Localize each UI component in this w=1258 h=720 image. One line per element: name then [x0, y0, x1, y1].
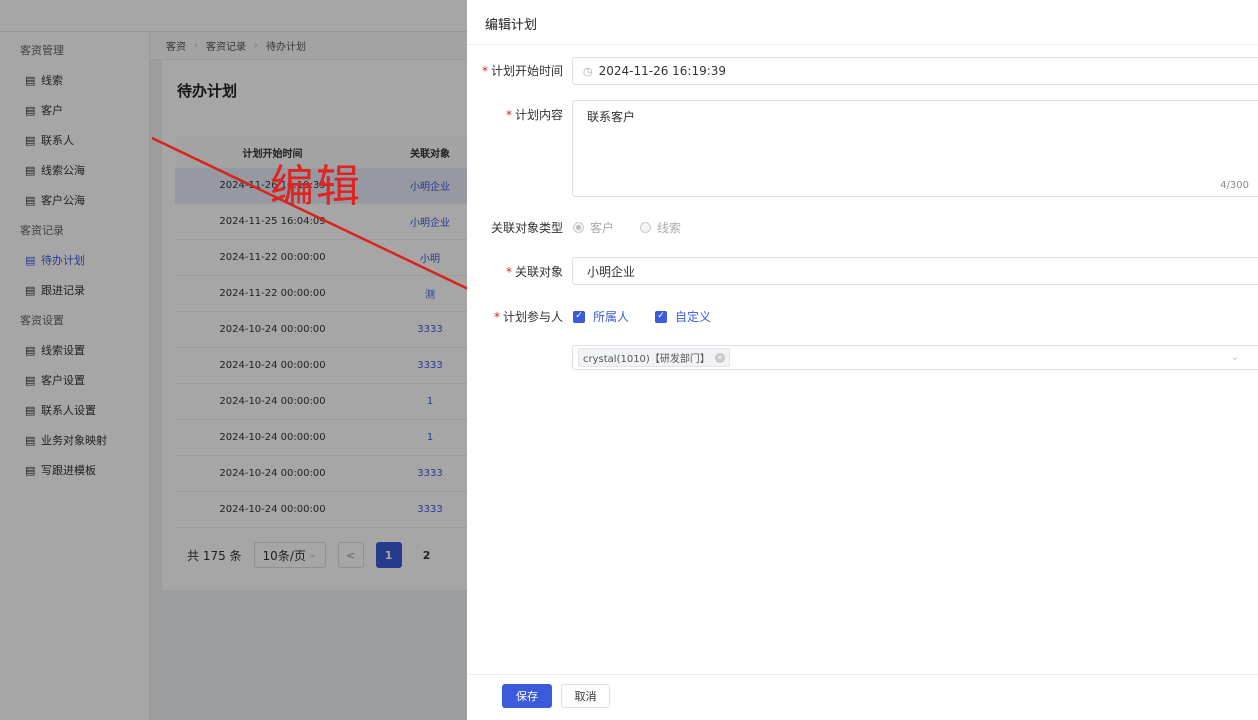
participants-label: * 计划参与人 — [467, 308, 563, 325]
checkbox-owner[interactable]: ✓ 所属人 — [573, 308, 629, 325]
radio-customer[interactable]: 客户 — [573, 219, 614, 236]
radio-dot-icon — [640, 222, 652, 233]
start-time-label: * 计划开始时间 — [467, 62, 563, 79]
char-count: 4/300 — [1220, 180, 1249, 191]
save-button[interactable]: 保存 — [502, 684, 552, 708]
clock-icon: ◷ — [583, 64, 593, 78]
required-mark: * — [505, 265, 512, 279]
radio-label: 客户 — [590, 221, 615, 235]
checkbox-label: 自定义 — [675, 310, 712, 324]
content-value: 联系客户 — [587, 110, 636, 124]
radio-dot-icon — [573, 222, 584, 233]
content-label: * 计划内容 — [467, 106, 563, 123]
check-icon: ✓ — [573, 310, 585, 323]
object-label-text: 关联对象 — [514, 265, 563, 279]
cancel-button[interactable]: 取消 — [561, 684, 610, 708]
participants-checkbox-group: ✓ 所属人 ✓ 自定义 — [573, 308, 711, 325]
close-icon[interactable]: ✕ — [714, 352, 725, 363]
divider — [467, 674, 1258, 675]
object-label: * 关联对象 — [467, 263, 563, 280]
required-mark: * — [505, 108, 512, 122]
object-type-label: 关联对象类型 — [490, 221, 563, 235]
required-mark: * — [481, 64, 488, 78]
participants-label-text: 计划参与人 — [502, 310, 563, 324]
drawer-title: 编辑计划 — [485, 18, 538, 33]
participant-tag: crystal(1010)【研发部门】 ✕ — [578, 348, 730, 367]
content-label-text: 计划内容 — [514, 108, 563, 122]
participants-select[interactable]: crystal(1010)【研发部门】 ✕ ⌄ — [572, 345, 1258, 370]
object-input[interactable]: 小明企业 — [572, 257, 1258, 285]
annotation-text: 编辑 — [270, 161, 362, 212]
edit-plan-drawer: 编辑计划 * 计划开始时间 ◷ 2024-11-26 16:19:39 * 计划内容… — [467, 0, 1258, 720]
start-time-picker[interactable]: ◷ 2024-11-26 16:19:39 — [572, 57, 1258, 85]
content-textarea[interactable]: 联系客户 4/300 — [572, 100, 1258, 197]
radio-label: 线索 — [657, 221, 682, 235]
chevron-down-icon: ⌄ — [1230, 352, 1239, 363]
object-type-radio-group: 客户 线索 — [573, 219, 681, 236]
check-icon: ✓ — [655, 310, 668, 323]
tag-label: crystal(1010)【研发部门】 — [583, 354, 710, 365]
checkbox-custom[interactable]: ✓ 自定义 — [655, 308, 711, 325]
object-value: 小明企业 — [587, 264, 636, 279]
checkbox-label: 所属人 — [593, 310, 630, 324]
divider — [467, 44, 1258, 45]
radio-clue[interactable]: 线索 — [640, 219, 681, 236]
required-mark: * — [493, 310, 500, 324]
start-time-label-text: 计划开始时间 — [490, 64, 563, 78]
start-time-value: 2024-11-26 16:19:39 — [598, 64, 727, 78]
